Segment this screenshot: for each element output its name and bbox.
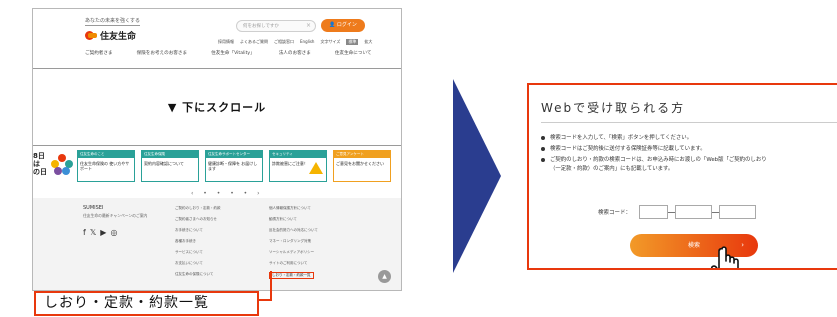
side-label: 8日は の日 bbox=[33, 152, 47, 176]
footer-link[interactable]: 住友生命の保険について bbox=[175, 272, 213, 277]
banner-card-body: 健康診断・保障を お届けします bbox=[208, 161, 258, 171]
flower-icon bbox=[51, 154, 73, 178]
footer-link[interactable]: お手続きについて bbox=[175, 228, 203, 233]
site-search-input[interactable]: 何をお探しですか × bbox=[236, 20, 316, 32]
main-nav-item-prospects[interactable]: 保険をお考えのお客さま bbox=[137, 50, 188, 56]
code-separator bbox=[712, 211, 720, 213]
next-step-arrow-icon bbox=[453, 79, 501, 273]
footer-link[interactable]: お支払いについて bbox=[175, 261, 203, 266]
youtube-icon[interactable]: ▶ bbox=[100, 228, 106, 237]
banner-card-head: 住友生命のこと bbox=[78, 151, 134, 158]
util-link-careers[interactable]: 採用情報 bbox=[218, 39, 234, 45]
banner-card[interactable]: 住友生命のこと 住友生命保険の 使い方やサポート bbox=[77, 150, 135, 182]
banner-card[interactable]: ご意見アンケート ご意見をお聞かせください bbox=[333, 150, 391, 182]
search-code-field-1[interactable] bbox=[639, 205, 669, 219]
font-size-standard[interactable]: 標準 bbox=[346, 39, 359, 45]
main-nav: ご契約者さま 保険をお考えのお客さま 住友生命「Vitality」 法人のお客さ… bbox=[85, 50, 372, 56]
warning-icon bbox=[309, 162, 323, 174]
site-tagline: あなたの未来を強くする bbox=[85, 18, 141, 26]
scroll-hint-text: ▼ 下にスクロール bbox=[167, 101, 267, 114]
facebook-icon[interactable]: f bbox=[83, 228, 86, 237]
site-footer: SUMISEI 住友生命の最新キャンペーンのご案内 f 𝕏 ▶ ◎ ご契約のしお… bbox=[33, 198, 401, 290]
font-size-label: 文字サイズ bbox=[320, 39, 341, 44]
footer-link[interactable]: 反社会的勢力への対応について bbox=[269, 228, 318, 233]
footer-link-shiori-list[interactable]: しおり・定款・約款一覧 bbox=[269, 272, 314, 279]
instruction-item: 検索コードを入力して、「検索」ボタンを押してください。 bbox=[541, 134, 837, 143]
site-logo[interactable]: 住友生命 bbox=[85, 29, 136, 42]
main-nav-item-corporate[interactable]: 法人のお客さま bbox=[279, 50, 311, 56]
banner-card-body: 契約内容確認について bbox=[144, 161, 184, 166]
footer-link[interactable]: 勧誘方針について bbox=[269, 217, 297, 222]
footer-link[interactable]: マネー・ロンダリング対策 bbox=[269, 239, 311, 244]
twitter-icon[interactable]: 𝕏 bbox=[90, 228, 96, 237]
login-button[interactable]: 👤 ログイン bbox=[321, 19, 365, 32]
instagram-icon[interactable]: ◎ bbox=[110, 228, 117, 237]
website-screenshot: あなたの未来を強くする 住友生命 何をお探しですか × 👤 ログイン 採用情報 … bbox=[32, 8, 402, 291]
carousel-dots[interactable]: ‹ • • • • › bbox=[191, 190, 264, 197]
main-nav-item-policyholders[interactable]: ご契約者さま bbox=[85, 50, 113, 56]
callout-label: しおり・定款・約款一覧 bbox=[34, 291, 259, 316]
banner-card-head: 住友生命サポートセンター bbox=[206, 151, 262, 158]
search-code-label: 検索コード： bbox=[598, 210, 632, 216]
scroll-hint-band: ▼ 下にスクロール bbox=[33, 68, 401, 146]
pointer-hand-icon bbox=[711, 246, 739, 268]
clear-icon[interactable]: × bbox=[306, 22, 311, 29]
footer-link[interactable]: サイトのご利用について bbox=[269, 261, 307, 266]
logo-mark-icon bbox=[85, 31, 97, 40]
font-size-large[interactable]: 拡大 bbox=[364, 39, 372, 45]
instruction-list: 検索コードを入力して、「検索」ボタンを押してください。 検索コードはご契約後に送… bbox=[541, 134, 837, 176]
banner-cards: 8日は の日 住友生命のこと 住友生命保険の 使い方やサポート 住友生命保険 契約… bbox=[33, 150, 401, 192]
utility-nav: 採用情報 よくあるご質問 ご相談窓口 English 文字サイズ 標準 拡大 bbox=[218, 39, 372, 45]
login-label: ログイン bbox=[336, 22, 357, 28]
banner-card[interactable]: セキュリティ 詐欺被害にご注意！ bbox=[269, 150, 327, 182]
util-link-faq[interactable]: よくあるご質問 bbox=[240, 39, 268, 45]
util-link-english[interactable]: English bbox=[300, 39, 314, 45]
util-link-contact[interactable]: ご相談窓口 bbox=[274, 39, 294, 45]
panel-title: Webで受け取られる方 bbox=[541, 101, 686, 115]
instruction-item: ご契約のしおり・約款の検索コードは、お申込み時にお渡しの「Web版「ご契約のしお… bbox=[541, 156, 837, 174]
banner-card[interactable]: 住友生命保険 契約内容確認について bbox=[141, 150, 199, 182]
search-button-label: 検索 bbox=[687, 242, 700, 249]
search-code-field-2[interactable] bbox=[675, 205, 713, 219]
title-divider bbox=[541, 122, 837, 123]
instruction-text-cont: （一定款・約款）のご案内」にも記載しています。 bbox=[550, 166, 674, 172]
footer-link[interactable]: 個人情報保護方針について bbox=[269, 206, 311, 211]
footer-link[interactable]: 各種お手続き bbox=[175, 239, 196, 244]
logo-text: 住友生命 bbox=[100, 32, 137, 42]
footer-link[interactable]: サービスについて bbox=[175, 250, 203, 255]
instruction-item: 検索コードはご契約後に送付する保険証券等に記載しています。 bbox=[541, 145, 837, 154]
banner-card-head: 住友生命保険 bbox=[142, 151, 198, 158]
banner-card-body: 住友生命保険の 使い方やサポート bbox=[80, 161, 130, 171]
banner-card[interactable]: 住友生命サポートセンター 健康診断・保障を お届けします bbox=[205, 150, 263, 182]
banner-card-body: ご意見をお聞かせください bbox=[336, 161, 384, 166]
footer-link[interactable]: ご契約者さまへのお知らせ bbox=[175, 217, 217, 222]
search-code-field-3[interactable] bbox=[719, 205, 757, 219]
back-to-top-button[interactable]: ▲ bbox=[378, 270, 391, 283]
web-receive-panel: Webで受け取られる方 検索コードを入力して、「検索」ボタンを押してください。 … bbox=[527, 83, 837, 270]
instruction-text: ご契約のしおり・約款の検索コードは、お申込み時にお渡しの「Web版「ご契約のしお… bbox=[550, 157, 767, 163]
main-nav-item-vitality[interactable]: 住友生命「Vitality」 bbox=[211, 50, 255, 56]
main-nav-item-about[interactable]: 住友生命について bbox=[335, 50, 372, 56]
search-code-row: 検索コード： bbox=[598, 205, 757, 219]
footer-link[interactable]: ソーシャルメディアポリシー bbox=[269, 250, 314, 255]
site-header: あなたの未来を強くする 住友生命 何をお探しですか × 👤 ログイン 採用情報 … bbox=[33, 9, 401, 65]
code-separator bbox=[668, 211, 676, 213]
footer-link[interactable]: ご契約のしおり・定款・約款 bbox=[175, 206, 221, 211]
footer-brand: SUMISEI bbox=[83, 205, 104, 211]
search-placeholder: 何をお探しですか bbox=[243, 24, 279, 29]
banner-card-head: セキュリティ bbox=[270, 151, 326, 158]
callout-connector-horizontal bbox=[259, 299, 272, 301]
banner-card-head: ご意見アンケート bbox=[334, 151, 390, 158]
social-links: f 𝕏 ▶ ◎ bbox=[83, 228, 117, 237]
callout-connector-vertical bbox=[270, 271, 272, 300]
footer-brand-sub: 住友生命の最新キャンペーンのご案内 bbox=[83, 213, 148, 218]
